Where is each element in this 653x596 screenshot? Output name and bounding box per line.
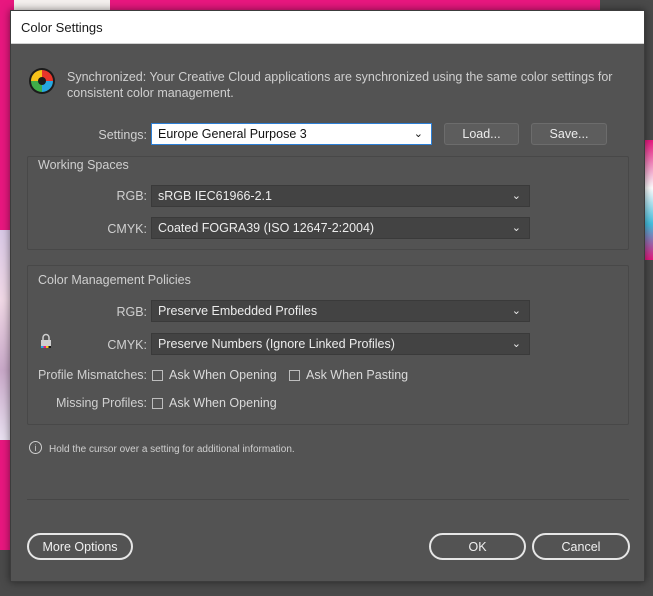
- mismatch-ask-opening-label: Ask When Opening: [169, 368, 277, 382]
- info-hint-text: Hold the cursor over a setting for addit…: [49, 444, 295, 455]
- chevron-down-icon: ⌄: [413, 128, 423, 140]
- policies-title: Color Management Policies: [38, 273, 191, 287]
- dialog-title: Color Settings: [21, 19, 103, 35]
- color-wheel-icon: [29, 68, 55, 94]
- save-button[interactable]: Save...: [531, 123, 607, 145]
- missing-ask-opening-label: Ask When Opening: [169, 396, 277, 410]
- checkbox-box[interactable]: [289, 369, 300, 381]
- checkbox-box[interactable]: [152, 397, 163, 409]
- info-icon: i: [29, 441, 42, 454]
- missing-ask-opening-checkbox[interactable]: Ask When Opening: [152, 396, 277, 410]
- settings-label: Settings:: [98, 128, 147, 142]
- background-document-strip: [14, 0, 110, 10]
- profile-mismatches-label: Profile Mismatches:: [37, 368, 147, 382]
- working-rgb-value: sRGB IEC61966-2.1: [158, 189, 272, 203]
- checkbox-box[interactable]: [152, 369, 163, 381]
- policy-cmyk-value: Preserve Numbers (Ignore Linked Profiles…: [158, 337, 395, 351]
- background-artwork-band: [110, 0, 600, 10]
- load-button[interactable]: Load...: [444, 123, 519, 145]
- sync-status-message: Synchronized: Your Creative Cloud applic…: [67, 70, 613, 100]
- chevron-down-icon: ⌄: [511, 338, 521, 350]
- mismatch-ask-pasting-checkbox[interactable]: Ask When Pasting: [289, 368, 408, 382]
- settings-dropdown-value: Europe General Purpose 3: [158, 127, 307, 141]
- chevron-down-icon: ⌄: [511, 190, 521, 202]
- working-cmyk-dropdown[interactable]: Coated FOGRA39 (ISO 12647-2:2004) ⌄: [151, 217, 530, 239]
- missing-profiles-label: Missing Profiles:: [56, 396, 147, 410]
- policy-rgb-value: Preserve Embedded Profiles: [158, 304, 318, 318]
- chevron-down-icon: ⌄: [511, 222, 521, 234]
- settings-dropdown[interactable]: Europe General Purpose 3 ⌄: [151, 123, 432, 145]
- working-rgb-label: RGB:: [116, 189, 147, 203]
- chevron-down-icon: ⌄: [511, 305, 521, 317]
- more-options-button[interactable]: More Options: [27, 533, 133, 560]
- policy-cmyk-label: CMYK:: [107, 338, 147, 352]
- color-settings-dialog: Color Settings Synchronized: Your Creati…: [10, 10, 645, 582]
- policy-cmyk-dropdown[interactable]: Preserve Numbers (Ignore Linked Profiles…: [151, 333, 530, 355]
- ok-button[interactable]: OK: [429, 533, 526, 560]
- dialog-titlebar[interactable]: Color Settings: [11, 11, 644, 44]
- cancel-button[interactable]: Cancel: [532, 533, 630, 560]
- policy-rgb-label: RGB:: [116, 305, 147, 319]
- working-cmyk-label: CMYK:: [107, 222, 147, 236]
- working-cmyk-value: Coated FOGRA39 (ISO 12647-2:2004): [158, 221, 375, 235]
- working-spaces-title: Working Spaces: [38, 158, 129, 172]
- mismatch-ask-opening-checkbox[interactable]: Ask When Opening: [152, 368, 277, 382]
- working-rgb-dropdown[interactable]: sRGB IEC61966-2.1 ⌄: [151, 185, 530, 207]
- policy-rgb-dropdown[interactable]: Preserve Embedded Profiles ⌄: [151, 300, 530, 322]
- footer-divider: [27, 499, 629, 500]
- mismatch-ask-pasting-label: Ask When Pasting: [306, 368, 409, 382]
- dialog-content: Synchronized: Your Creative Cloud applic…: [11, 44, 644, 581]
